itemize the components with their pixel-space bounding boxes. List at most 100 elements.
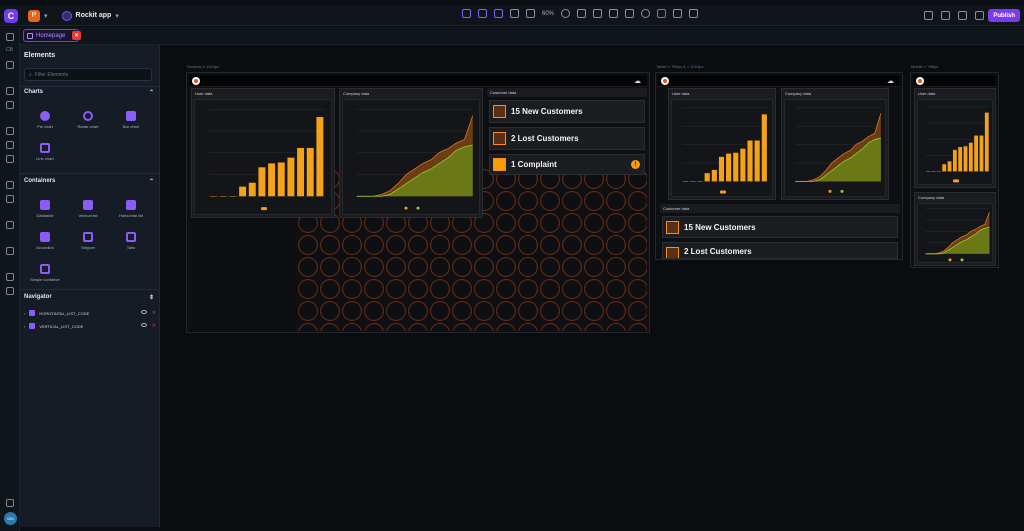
docs-icon[interactable] xyxy=(6,273,14,281)
tab-homepage[interactable]: Homepage ✕ xyxy=(23,29,81,42)
media-icon[interactable] xyxy=(6,127,14,135)
avatar[interactable]: DM xyxy=(4,512,17,525)
lock-icon[interactable] xyxy=(6,287,14,295)
desktop-frame[interactable]: Desktop ≥ 1024px ☁ User data Company dat… xyxy=(186,64,650,333)
user-data-card[interactable]: User data xyxy=(914,88,996,188)
design-canvas[interactable]: Desktop ≥ 1024px ☁ User data Company dat… xyxy=(160,45,1024,531)
navigator-item[interactable]: › HORIZONTAL_LIST_CODE ✕ xyxy=(24,308,156,318)
company-data-card[interactable]: Company data xyxy=(781,88,889,200)
tabs-item[interactable]: Tabs xyxy=(111,232,151,250)
card-title: Customer data xyxy=(663,206,690,211)
mobile-frame[interactable]: Mobile < 768px User data Company data xyxy=(910,64,999,268)
vertical-list-item[interactable]: Vertical list xyxy=(68,200,108,218)
brush-icon[interactable] xyxy=(6,155,14,163)
app-name[interactable]: Rockit app xyxy=(76,12,112,19)
company-data-card[interactable]: Company data xyxy=(914,192,996,266)
play-icon[interactable] xyxy=(689,9,699,18)
chevron-down-icon[interactable]: ▾ xyxy=(44,12,48,20)
chart-thumbnail-icon xyxy=(666,247,679,258)
horizontal-list-item[interactable]: Horizontal list xyxy=(111,200,151,218)
plugins-icon[interactable] xyxy=(6,61,14,69)
area-chart xyxy=(356,109,474,210)
select-cursor-icon[interactable] xyxy=(657,9,667,18)
navigator-item[interactable]: › VERTICAL_LIST_CODE ✕ xyxy=(24,321,156,331)
company-data-card[interactable]: Company data xyxy=(339,88,483,218)
filter-field[interactable]: ⌕ xyxy=(24,68,152,81)
integrations-icon[interactable] xyxy=(6,221,14,229)
customer-row[interactable]: 2 Lost Customers xyxy=(489,127,645,150)
users-icon[interactable] xyxy=(6,181,14,189)
visibility-eye-icon[interactable] xyxy=(140,323,147,327)
visibility-eye-icon[interactable] xyxy=(140,310,147,314)
close-icon[interactable]: ✕ xyxy=(72,31,81,40)
fit-view-icon[interactable] xyxy=(526,9,535,18)
customer-data-card[interactable]: Customer data xyxy=(660,204,900,213)
styles-icon[interactable] xyxy=(6,141,14,149)
history-icon[interactable] xyxy=(975,11,984,20)
simple-container-item[interactable]: Simple container xyxy=(25,264,65,282)
tablet-frame[interactable]: Tablet ≥ 768px & < 1024px ☁ User data Co… xyxy=(655,64,903,260)
radar-chart-item[interactable]: Radar chart xyxy=(68,111,108,129)
app-logo-icon[interactable]: C xyxy=(4,8,18,23)
chevron-right-icon[interactable]: › xyxy=(24,324,25,329)
roles-icon[interactable] xyxy=(6,195,14,203)
bar-chart-item[interactable]: Bar chart xyxy=(111,111,151,129)
database-icon[interactable] xyxy=(6,101,14,109)
customer-row[interactable]: 15 New Customers xyxy=(662,216,898,238)
filter-input[interactable] xyxy=(34,71,145,78)
charts-section-header[interactable]: Charts ⌃ xyxy=(24,89,154,96)
tablet-view-icon[interactable] xyxy=(494,9,503,18)
cloud-icon[interactable]: ☁ xyxy=(887,77,894,85)
translate-icon[interactable] xyxy=(593,9,603,18)
chevron-up-icon[interactable]: ⌃ xyxy=(149,178,154,185)
stepper-item[interactable]: Stepper xyxy=(68,232,108,250)
save-icon[interactable] xyxy=(941,11,950,20)
navigator-section-header[interactable]: Navigator ⇕ xyxy=(24,294,154,301)
delete-icon[interactable]: ✕ xyxy=(152,323,156,329)
delete-icon[interactable]: ✕ xyxy=(152,310,156,316)
project-badge[interactable]: P xyxy=(28,9,40,22)
customer-row[interactable]: 15 New Customers xyxy=(489,100,645,123)
tabs-icon xyxy=(126,232,136,242)
run-icon[interactable] xyxy=(958,11,967,20)
globe-icon[interactable] xyxy=(641,9,651,18)
components-label[interactable]: CB xyxy=(6,47,13,55)
pages-icon[interactable] xyxy=(6,33,14,41)
help-icon[interactable] xyxy=(6,499,14,507)
shield-icon[interactable] xyxy=(625,9,635,18)
customer-data-card[interactable]: Customer data xyxy=(487,88,647,97)
customer-row[interactable]: 2 Lost Customers xyxy=(662,242,898,259)
undo-icon[interactable] xyxy=(462,9,471,18)
account-icon[interactable] xyxy=(6,247,14,255)
user-data-card[interactable]: User data xyxy=(191,88,335,218)
accordion-item[interactable]: Accordion xyxy=(25,232,65,250)
bar-mark xyxy=(726,153,732,182)
line-chart-item[interactable]: Line chart xyxy=(25,143,65,161)
expand-collapse-icon[interactable]: ⇕ xyxy=(149,294,154,301)
zoom-level[interactable]: 60% xyxy=(542,11,554,17)
chevron-up-icon[interactable]: ⌃ xyxy=(149,89,154,96)
mobile-view-icon[interactable] xyxy=(510,9,519,18)
tools-icon[interactable] xyxy=(609,9,619,18)
user-data-card[interactable]: User data xyxy=(668,88,776,200)
pie-chart-item[interactable]: Pie chart xyxy=(25,111,65,129)
datatable-item[interactable]: Datatable xyxy=(25,200,65,218)
divider xyxy=(20,86,160,87)
chart-body xyxy=(671,99,773,197)
settings-icon[interactable] xyxy=(924,11,933,20)
chevron-right-icon[interactable]: › xyxy=(24,311,25,316)
warning-badge[interactable]: ! xyxy=(631,160,640,169)
chart-thumbnail-icon xyxy=(493,132,506,145)
bar-mark xyxy=(733,152,739,182)
hand-icon[interactable] xyxy=(673,9,683,18)
customer-row[interactable]: 1 Complaint ! xyxy=(489,154,645,175)
chevron-down-icon[interactable]: ▾ xyxy=(115,12,119,20)
desktop-view-icon[interactable] xyxy=(478,9,487,18)
containers-section-header[interactable]: Containers ⌃ xyxy=(24,178,154,185)
code-bracket-icon[interactable] xyxy=(6,87,14,95)
cloud-icon[interactable]: ☁ xyxy=(634,77,641,85)
code-icon[interactable] xyxy=(577,9,587,18)
preview-eye-icon[interactable] xyxy=(561,9,571,18)
publish-button[interactable]: Publish xyxy=(988,9,1020,22)
bar-mark xyxy=(287,157,295,197)
